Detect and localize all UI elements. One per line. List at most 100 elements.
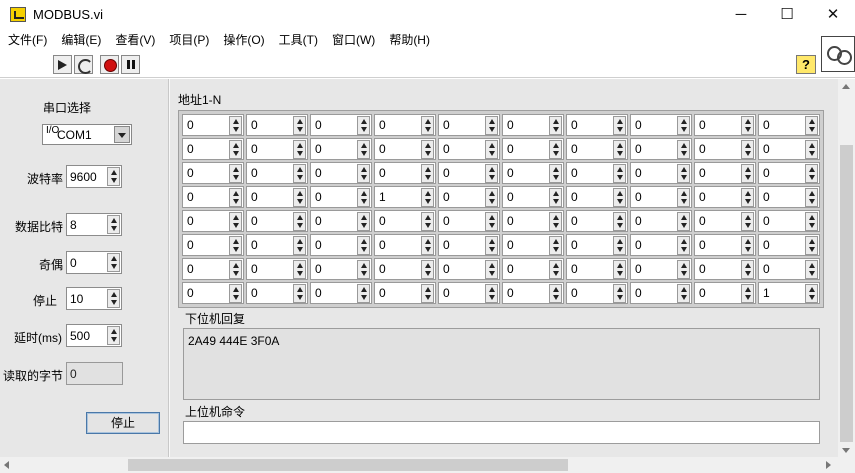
array-cell-r3-c7[interactable]: 0 <box>566 162 628 184</box>
array-cell-r8-c6[interactable]: 0 <box>502 282 564 304</box>
increment-decrement-icon[interactable] <box>293 212 306 231</box>
array-cell-r2-c5[interactable]: 0 <box>438 138 500 160</box>
increment-decrement-icon[interactable] <box>805 164 818 183</box>
menu-help[interactable]: 帮助(H) <box>382 30 437 50</box>
array-cell-r8-c1[interactable]: 0 <box>182 282 244 304</box>
increment-decrement-icon[interactable] <box>613 116 626 135</box>
stop-button[interactable]: 停止 <box>86 412 160 434</box>
array-cell-r2-c7[interactable]: 0 <box>566 138 628 160</box>
increment-decrement-icon[interactable] <box>805 236 818 255</box>
horizontal-scroll-thumb[interactable] <box>128 459 568 471</box>
array-cell-r6-c8[interactable]: 0 <box>630 234 692 256</box>
array-cell-r6-c4[interactable]: 0 <box>374 234 436 256</box>
menu-tools[interactable]: 工具(T) <box>272 30 325 50</box>
scroll-down-icon[interactable] <box>842 448 850 453</box>
array-cell-r7-c5[interactable]: 0 <box>438 258 500 280</box>
increment-decrement-icon[interactable] <box>677 284 690 303</box>
array-cell-r2-c10[interactable]: 0 <box>758 138 820 160</box>
array-cell-r5-c2[interactable]: 0 <box>246 210 308 232</box>
increment-decrement-icon[interactable] <box>293 116 306 135</box>
menu-project[interactable]: 项目(P) <box>162 30 216 50</box>
array-cell-r4-c7[interactable]: 0 <box>566 186 628 208</box>
delay-input[interactable]: 500 <box>66 324 122 347</box>
increment-decrement-icon[interactable] <box>485 188 498 207</box>
scroll-right-icon[interactable] <box>826 461 831 469</box>
array-cell-r6-c3[interactable]: 0 <box>310 234 372 256</box>
array-cell-r8-c4[interactable]: 0 <box>374 282 436 304</box>
parity-input[interactable]: 0 <box>66 251 122 274</box>
increment-decrement-icon[interactable] <box>677 116 690 135</box>
array-cell-r3-c5[interactable]: 0 <box>438 162 500 184</box>
increment-decrement-icon[interactable] <box>549 164 562 183</box>
increment-decrement-icon[interactable] <box>357 188 370 207</box>
increment-decrement-icon[interactable] <box>229 140 242 159</box>
array-cell-r6-c10[interactable]: 0 <box>758 234 820 256</box>
increment-decrement-icon[interactable] <box>229 116 242 135</box>
array-cell-r1-c2[interactable]: 0 <box>246 114 308 136</box>
menu-file[interactable]: 文件(F) <box>0 30 54 50</box>
close-button[interactable]: ✕ <box>810 0 855 30</box>
array-cell-r5-c5[interactable]: 0 <box>438 210 500 232</box>
increment-decrement-icon[interactable] <box>805 140 818 159</box>
increment-decrement-icon[interactable] <box>421 212 434 231</box>
array-cell-r5-c10[interactable]: 0 <box>758 210 820 232</box>
increment-decrement-icon[interactable] <box>805 212 818 231</box>
increment-decrement-icon[interactable] <box>421 188 434 207</box>
array-cell-r8-c10[interactable]: 1 <box>758 282 820 304</box>
increment-decrement-icon[interactable] <box>421 236 434 255</box>
array-cell-r2-c6[interactable]: 0 <box>502 138 564 160</box>
increment-decrement-icon[interactable] <box>485 140 498 159</box>
increment-decrement-icon[interactable] <box>229 284 242 303</box>
array-cell-r1-c3[interactable]: 0 <box>310 114 372 136</box>
increment-decrement-icon[interactable] <box>805 116 818 135</box>
array-cell-r7-c8[interactable]: 0 <box>630 258 692 280</box>
increment-decrement-icon[interactable] <box>741 212 754 231</box>
increment-decrement-icon[interactable] <box>293 140 306 159</box>
array-cell-r7-c10[interactable]: 0 <box>758 258 820 280</box>
increment-decrement-icon[interactable] <box>677 260 690 279</box>
array-cell-r8-c9[interactable]: 0 <box>694 282 756 304</box>
array-cell-r6-c7[interactable]: 0 <box>566 234 628 256</box>
vertical-scroll-thumb[interactable] <box>840 145 853 442</box>
array-cell-r1-c8[interactable]: 0 <box>630 114 692 136</box>
array-cell-r1-c1[interactable]: 0 <box>182 114 244 136</box>
menu-operate[interactable]: 操作(O) <box>216 30 271 50</box>
increment-decrement-icon[interactable] <box>677 188 690 207</box>
array-cell-r2-c8[interactable]: 0 <box>630 138 692 160</box>
array-cell-r7-c3[interactable]: 0 <box>310 258 372 280</box>
pause-icon[interactable] <box>121 55 140 74</box>
array-cell-r5-c9[interactable]: 0 <box>694 210 756 232</box>
increment-decrement-icon[interactable] <box>741 284 754 303</box>
increment-decrement-icon[interactable] <box>229 164 242 183</box>
maximize-button[interactable]: ☐ <box>764 0 810 30</box>
array-cell-r4-c6[interactable]: 0 <box>502 186 564 208</box>
stop-bits-input[interactable]: 10 <box>66 287 122 310</box>
array-cell-r5-c1[interactable]: 0 <box>182 210 244 232</box>
increment-decrement-icon[interactable] <box>293 284 306 303</box>
increment-decrement-icon[interactable] <box>229 236 242 255</box>
increment-decrement-icon[interactable] <box>613 284 626 303</box>
increment-decrement-icon[interactable] <box>613 140 626 159</box>
array-cell-r5-c7[interactable]: 0 <box>566 210 628 232</box>
increment-decrement-icon[interactable] <box>613 236 626 255</box>
array-cell-r1-c4[interactable]: 0 <box>374 114 436 136</box>
increment-decrement-icon[interactable] <box>293 164 306 183</box>
array-cell-r7-c4[interactable]: 0 <box>374 258 436 280</box>
array-cell-r8-c2[interactable]: 0 <box>246 282 308 304</box>
array-cell-r6-c5[interactable]: 0 <box>438 234 500 256</box>
baud-rate-input[interactable]: 9600 <box>66 165 122 188</box>
array-cell-r1-c10[interactable]: 0 <box>758 114 820 136</box>
scroll-left-icon[interactable] <box>4 461 9 469</box>
increment-decrement-icon[interactable] <box>357 212 370 231</box>
array-cell-r7-c7[interactable]: 0 <box>566 258 628 280</box>
increment-decrement-icon[interactable] <box>293 188 306 207</box>
array-cell-r4-c9[interactable]: 0 <box>694 186 756 208</box>
array-cell-r5-c4[interactable]: 0 <box>374 210 436 232</box>
increment-decrement-icon[interactable] <box>107 167 120 186</box>
increment-decrement-icon[interactable] <box>549 260 562 279</box>
array-cell-r2-c2[interactable]: 0 <box>246 138 308 160</box>
increment-decrement-icon[interactable] <box>613 212 626 231</box>
increment-decrement-icon[interactable] <box>741 140 754 159</box>
increment-decrement-icon[interactable] <box>485 212 498 231</box>
array-cell-r1-c5[interactable]: 0 <box>438 114 500 136</box>
